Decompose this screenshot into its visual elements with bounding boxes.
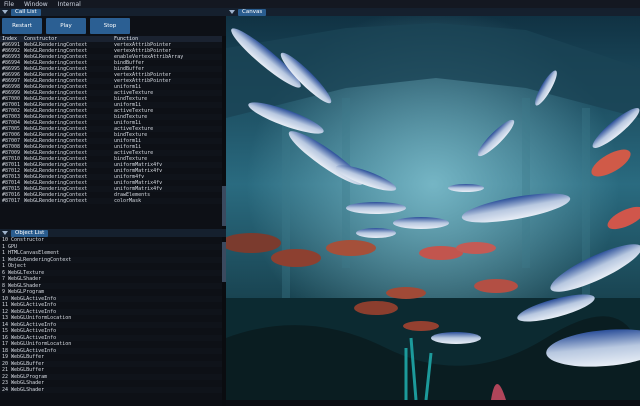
- call-list-tab[interactable]: Call List: [11, 8, 41, 16]
- collapse-triangle-icon[interactable]: [229, 10, 235, 14]
- stop-button[interactable]: Stop: [90, 18, 130, 34]
- call-list-rows: #86991 WebGLRenderingContext vertexAttribP…: [0, 42, 226, 204]
- list-item[interactable]: 24 WebGLShader: [0, 386, 226, 393]
- play-button[interactable]: Play: [46, 18, 86, 34]
- collapse-triangle-icon[interactable]: [2, 231, 8, 235]
- left-pane: Call List Restart Play Stop Index Constr…: [0, 8, 227, 406]
- table-row[interactable]: #87017 WebGLRenderingContext colorMask: [0, 198, 226, 204]
- call-list-table: Index Constructor Function #86991 WebGLRe…: [0, 36, 226, 229]
- menu-internal[interactable]: Internal: [58, 1, 81, 8]
- cell-function: colorMask: [114, 198, 142, 204]
- menu-window[interactable]: Window: [24, 1, 48, 8]
- cell-index: #87017: [2, 198, 21, 204]
- object-list-header: Object List: [0, 229, 226, 237]
- playback-toolbar: Restart Play Stop: [0, 16, 226, 36]
- cell-constructor: WebGLRenderingContext: [24, 198, 88, 204]
- menu-file[interactable]: File: [4, 1, 14, 8]
- call-list-header: Call List: [0, 8, 226, 16]
- restart-button[interactable]: Restart: [2, 18, 42, 34]
- canvas-header: Canvas: [226, 8, 640, 16]
- aquarium-scene-image: [226, 8, 640, 400]
- menu-bar: File Window Internal: [0, 0, 640, 8]
- object-list: 10 Constructor 1 GPU 1 HTMLCanvasElement 1 …: [0, 237, 226, 406]
- collapse-triangle-icon[interactable]: [2, 10, 8, 14]
- object-list-rows: 10 Constructor 1 GPU 1 HTMLCanvasElement 1 …: [0, 237, 226, 393]
- canvas-tab[interactable]: Canvas: [238, 8, 267, 16]
- object-list-tab[interactable]: Object List: [11, 229, 49, 237]
- canvas-panel: Canvas: [226, 8, 640, 400]
